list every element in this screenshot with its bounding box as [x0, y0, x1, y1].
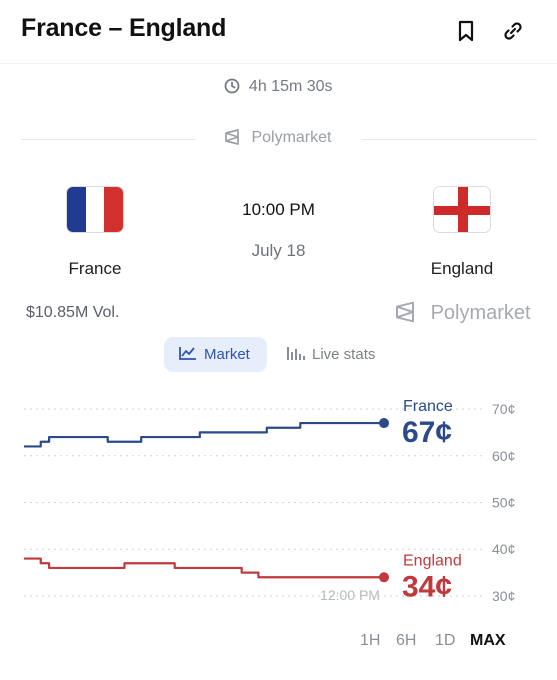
countdown-text: 4h 15m 30s [248, 78, 333, 95]
polymarket-brand-name: Polymarket [430, 302, 531, 324]
bookmark-icon[interactable] [453, 18, 479, 44]
source-name: Polymarket [251, 129, 332, 146]
y-tick-label: 70¢ [492, 401, 515, 417]
volume: $10.85M Vol. [26, 304, 120, 321]
match-date: July 18 [251, 241, 306, 260]
header: France – England [0, 0, 557, 64]
polymarket-logo-icon [223, 129, 251, 146]
series-name-label: France [403, 398, 453, 415]
y-tick-label: 50¢ [492, 495, 515, 511]
tab-market[interactable]: Market [164, 337, 267, 372]
divider-line [362, 139, 537, 140]
series-price-label: 67¢ [402, 416, 452, 449]
series-price-label: 34¢ [402, 570, 452, 603]
divider-line [21, 139, 196, 140]
countdown: 4h 15m 30s [0, 78, 557, 96]
series-endpoint-france [379, 418, 389, 429]
source-divider: Polymarket [21, 128, 537, 150]
range-max[interactable]: MAX [470, 632, 506, 650]
range-1d[interactable]: 1D [435, 632, 455, 650]
away-team-name: England [430, 259, 494, 278]
y-tick-label: 40¢ [492, 541, 515, 557]
series-line-england [24, 557, 384, 579]
x-axis-label: 12:00 PM [320, 587, 380, 603]
price-chart: 70¢ 60¢ 50¢ 40¢ 30¢ 12:00 PM France67¢ England3… [24, 398, 515, 604]
source-label: Polymarket [223, 128, 331, 147]
bar-chart-icon [286, 344, 312, 366]
y-tick-label: 30¢ [492, 588, 515, 604]
clock-icon [224, 78, 248, 95]
range-1h[interactable]: 1H [360, 632, 380, 650]
tab-market-label: Market [204, 346, 250, 363]
link-icon[interactable] [500, 18, 526, 44]
range-6h[interactable]: 6H [396, 632, 416, 650]
tab-live-stats-label: Live stats [312, 346, 376, 363]
home-team-name: France [68, 259, 122, 278]
y-tick-label: 60¢ [492, 448, 515, 464]
series-endpoint-england [379, 572, 389, 583]
line-chart-icon [178, 345, 204, 365]
series-name-label: England [403, 552, 462, 569]
polymarket-logo-icon [393, 301, 431, 324]
tab-live-stats[interactable]: Live stats [272, 337, 392, 372]
polymarket-brand[interactable]: Polymarket [393, 300, 531, 325]
match-time: 10:00 PM [242, 200, 315, 219]
page-title: France – England [21, 14, 227, 42]
series-line-france [24, 421, 384, 448]
